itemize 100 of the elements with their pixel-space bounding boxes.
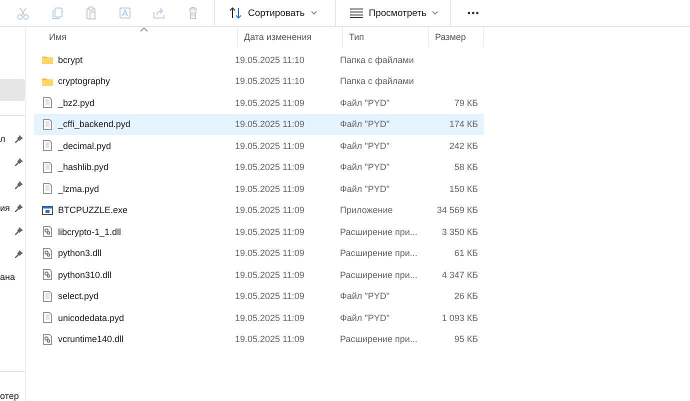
modified-date: 19.05.2025 11:09 — [235, 205, 304, 216]
file-row[interactable]: cryptography 19.05.2025 11:10 Папка с файлами — [34, 70, 484, 92]
file-row[interactable]: select.pyd 19.05.2025 11:09 Файл "PYD" 26 КБ — [34, 286, 484, 307]
file-row[interactable]: unicodedata.pyd 19.05.2025 11:09 Файл "PYD" 1 093 КБ — [34, 307, 484, 328]
file-row[interactable]: vcruntime140.dll 19.05.2025 11:09 Расширение при... 95 КБ — [34, 328, 484, 350]
file-name: select.pyd — [58, 291, 99, 302]
file-name: vcruntime140.dll — [58, 334, 124, 344]
sidebar-item[interactable]: отер — [0, 384, 25, 401]
file-name: _lzma.pyd — [58, 184, 100, 194]
file-row[interactable]: _bz2.pyd 19.05.2025 11:09 Файл "PYD" 79 КБ — [34, 92, 484, 114]
file-icon — [42, 183, 53, 194]
gear-file-icon — [42, 269, 53, 280]
file-type: Файл "PYD" — [340, 98, 390, 108]
share-icon — [152, 6, 166, 20]
modified-date: 19.05.2025 11:09 — [235, 248, 304, 258]
file-size: 4 347 КБ — [442, 270, 478, 280]
modified-date: 19.05.2025 11:09 — [235, 119, 304, 130]
file-row[interactable]: BTCPUZZLE.exe 19.05.2025 11:09 Приложение 34 569 КБ — [34, 200, 484, 221]
file-type: Приложение — [340, 205, 393, 216]
file-type: Файл "PYD" — [340, 119, 390, 130]
sidebar-item[interactable]: ана — [0, 265, 25, 288]
file-icon — [42, 162, 53, 173]
file-size: 95 КБ — [454, 334, 478, 344]
modified-date: 19.05.2025 11:10 — [235, 54, 304, 65]
modified-date: 19.05.2025 11:09 — [235, 226, 304, 237]
trash-icon — [186, 6, 200, 20]
window-icon — [42, 204, 53, 216]
sidebar-item-label: л — [0, 134, 6, 144]
rename-icon — [118, 6, 132, 20]
file-row[interactable]: _lzma.pyd 19.05.2025 11:09 Файл "PYD" 150 КБ — [34, 178, 484, 200]
file-type: Папка с файлами — [340, 54, 414, 65]
file-size: 242 КБ — [449, 140, 478, 151]
file-type: Файл "PYD" — [340, 291, 390, 302]
chevron-down-icon — [310, 11, 317, 15]
file-type: Расширение при... — [340, 334, 418, 344]
file-size: 26 КБ — [454, 291, 478, 302]
file-type: Расширение при... — [340, 226, 418, 237]
file-icon — [42, 290, 53, 302]
file-name: BTCPUZZLE.exe — [58, 205, 128, 216]
file-row[interactable]: _hashlib.pyd 19.05.2025 11:09 Файл "PYD" 58 КБ — [34, 156, 484, 178]
column-header[interactable]: Размер — [429, 27, 484, 47]
modified-date: 19.05.2025 11:09 — [235, 334, 304, 344]
file-name: cryptography — [58, 76, 110, 86]
file-size: 150 КБ — [449, 184, 478, 194]
clipboard-icon — [84, 6, 98, 20]
file-size: 34 569 КБ — [436, 205, 478, 216]
sort-arrows-icon — [229, 7, 242, 19]
file-row[interactable]: libcrypto-1_1.dll 19.05.2025 11:09 Расширение при... 3 350 КБ — [34, 221, 484, 242]
modified-date: 19.05.2025 11:09 — [235, 184, 304, 194]
file-type: Файл "PYD" — [340, 312, 390, 323]
sidebar-item-label: ана — [0, 272, 15, 282]
file-row[interactable]: _cffi_backend.pyd 19.05.2025 11:09 Файл "PYD" 174 КБ — [34, 114, 484, 135]
file-row[interactable]: python310.dll 19.05.2025 11:09 Расширение при... 4 347 КБ — [34, 264, 484, 286]
file-row[interactable]: bcrypt 19.05.2025 11:10 Папка с файлами — [34, 49, 484, 70]
file-type: Папка с файлами — [340, 76, 414, 86]
file-size: 79 КБ — [454, 98, 478, 108]
file-name: unicodedata.pyd — [58, 312, 124, 323]
file-name: python310.dll — [58, 270, 112, 280]
modified-date: 19.05.2025 11:09 — [235, 140, 304, 151]
file-size: 58 КБ — [454, 162, 478, 172]
file-size: 174 КБ — [449, 119, 478, 130]
more-button[interactable]: ••• — [457, 8, 490, 18]
modified-date: 19.05.2025 11:09 — [235, 270, 304, 280]
file-name: bcrypt — [58, 54, 83, 65]
chevron-down-icon — [432, 11, 438, 15]
folder-icon — [42, 76, 53, 87]
column-header[interactable]: Тип — [343, 27, 429, 47]
sort-indicator-icon — [140, 27, 148, 32]
sidebar-item[interactable]: л — [0, 127, 25, 150]
file-type: Расширение при... — [340, 248, 418, 258]
copy-icon — [50, 6, 64, 20]
file-size: 3 350 КБ — [442, 226, 478, 237]
sidebar-item-label: ия — [0, 202, 10, 212]
file-icon — [42, 97, 53, 108]
file-size: 61 КБ — [454, 248, 478, 258]
file-row[interactable]: _decimal.pyd 19.05.2025 11:09 Файл "PYD" 242 КБ — [34, 135, 484, 156]
modified-date: 19.05.2025 11:10 — [235, 76, 304, 86]
gear-file-icon — [42, 248, 53, 259]
file-type: Файл "PYD" — [340, 140, 390, 151]
view-button[interactable]: Просмотреть — [342, 1, 446, 25]
file-name: _cffi_backend.pyd — [58, 119, 130, 130]
file-type: Расширение при... — [340, 270, 418, 280]
file-name: libcrypto-1_1.dll — [58, 226, 122, 237]
column-header[interactable]: Дата изменения — [238, 27, 343, 47]
file-type: Файл "PYD" — [340, 162, 390, 172]
file-row[interactable]: python3.dll 19.05.2025 11:09 Расширение при... 61 КБ — [34, 242, 484, 264]
gear-file-icon — [42, 226, 53, 238]
folder-icon — [42, 54, 53, 66]
scissors-icon — [16, 6, 30, 20]
sort-button[interactable]: Сортировать — [221, 1, 325, 25]
file-name: _hashlib.pyd — [58, 162, 109, 172]
file-size: 1 093 КБ — [442, 312, 478, 323]
modified-date: 19.05.2025 11:09 — [235, 162, 304, 172]
sidebar-item[interactable]: ия — [0, 196, 25, 219]
sidebar-item-label: отер — [0, 390, 19, 400]
file-icon — [42, 118, 53, 130]
column-header[interactable]: Имя — [38, 27, 238, 47]
file-name: _decimal.pyd — [58, 140, 112, 151]
lines-icon — [350, 8, 363, 18]
file-type: Файл "PYD" — [340, 184, 390, 194]
